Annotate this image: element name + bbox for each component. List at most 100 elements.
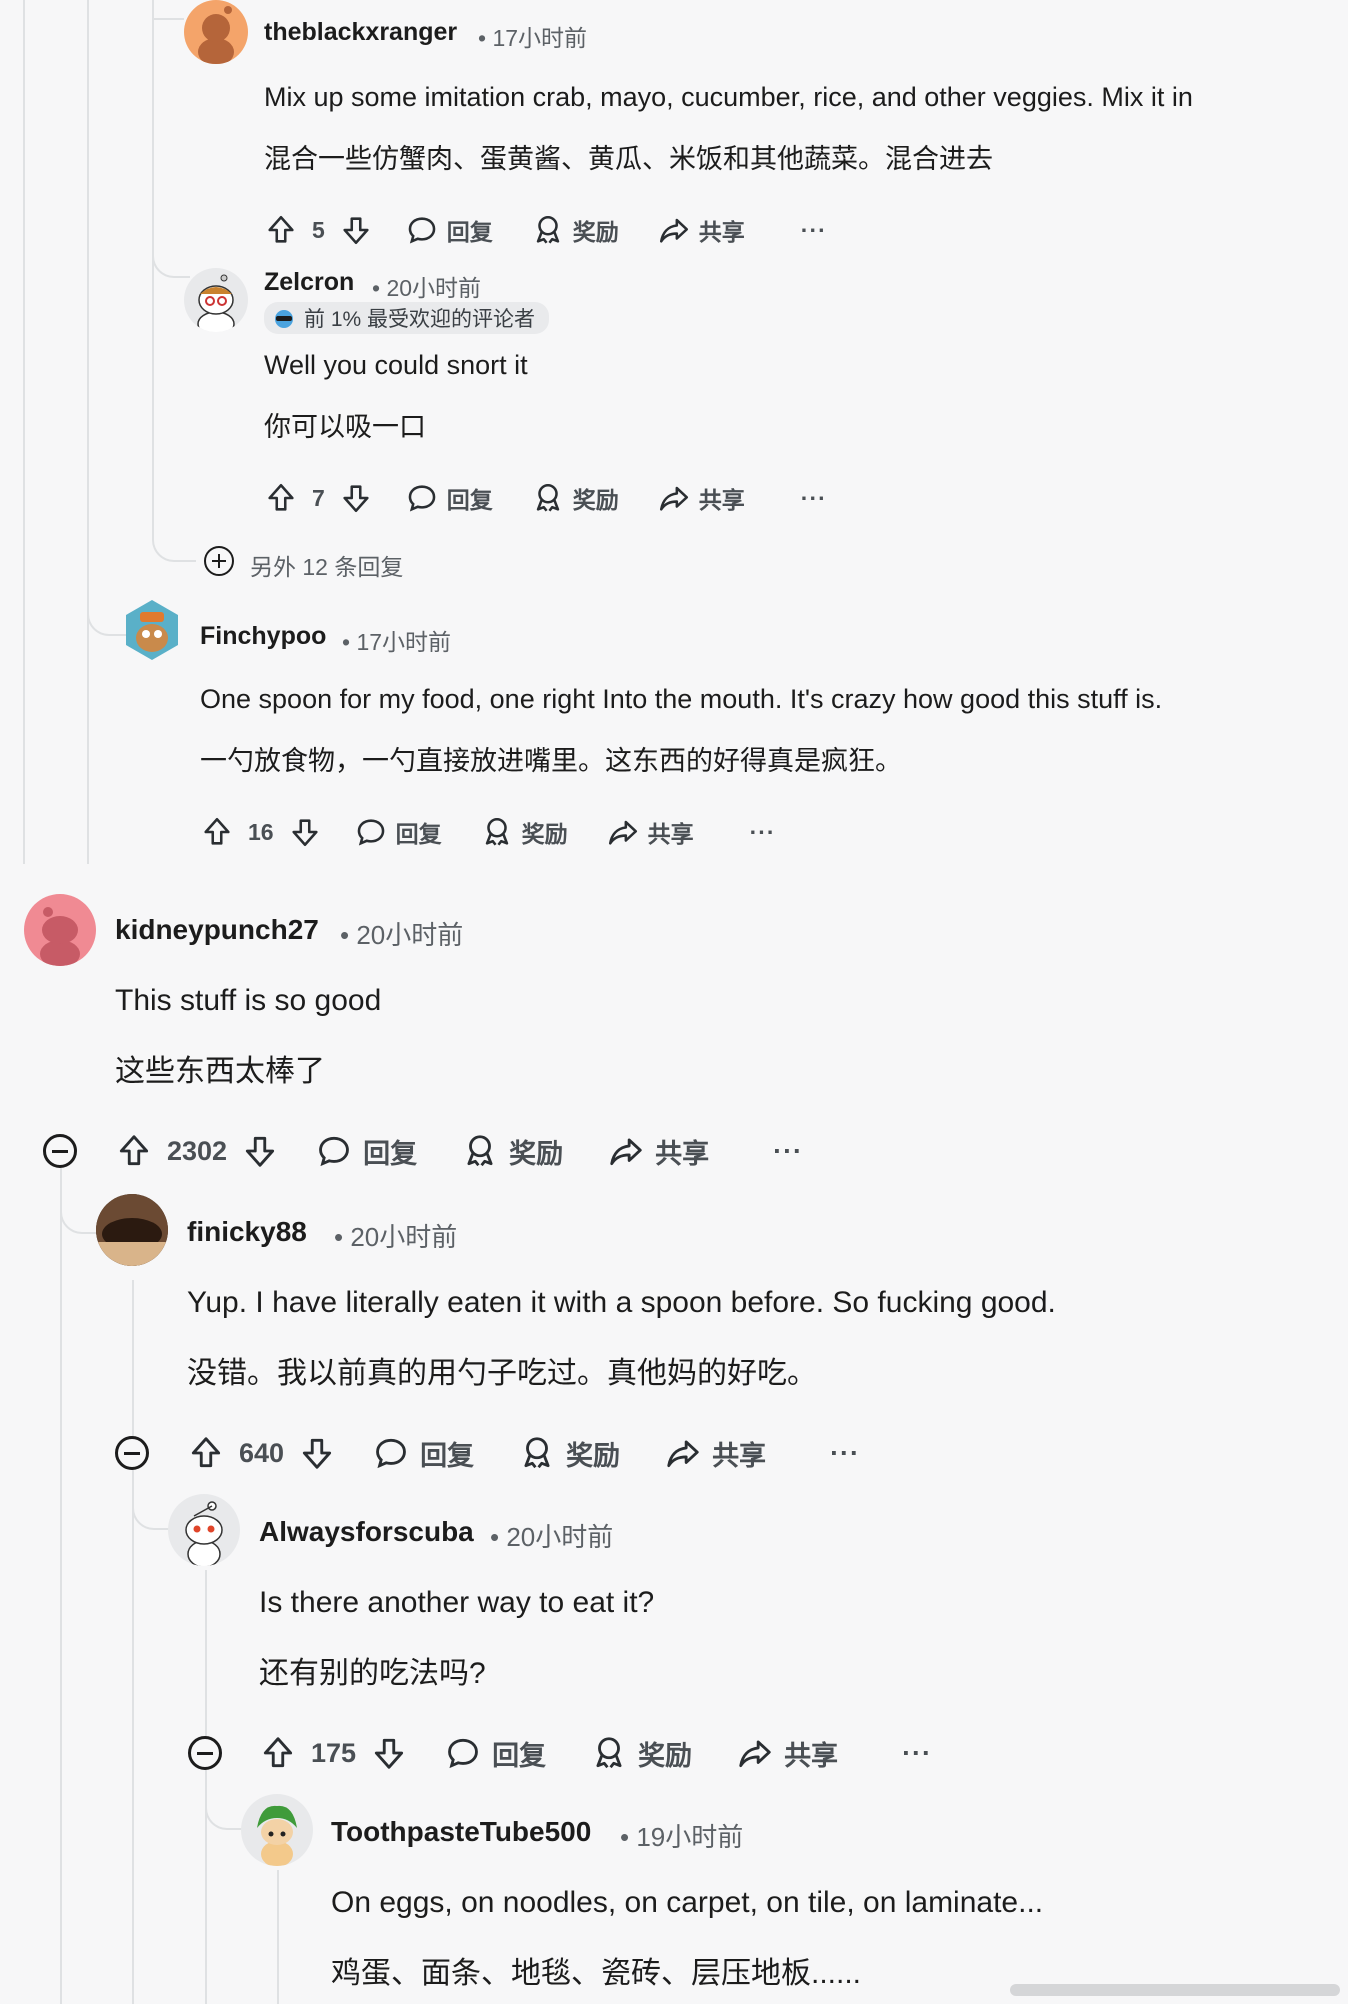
horizontal-scrollbar[interactable] xyxy=(1010,1984,1340,1996)
share-button[interactable]: 共享 xyxy=(657,213,745,247)
reply-button[interactable]: 回复 xyxy=(405,213,493,247)
comment-author[interactable]: kidneypunch27 xyxy=(115,914,319,946)
award-button[interactable]: 奖励 xyxy=(531,481,619,515)
more-replies-link[interactable]: 另外 12 条回复 xyxy=(250,548,403,582)
thread-line xyxy=(277,1870,279,2004)
snoo-avatar-icon xyxy=(40,907,80,966)
upvote-icon[interactable] xyxy=(187,1434,225,1472)
reply-button[interactable]: 回复 xyxy=(315,1132,417,1171)
snoo-avatar-icon xyxy=(257,1805,297,1866)
comment-text-en: Yup. I have literally eaten it with a sp… xyxy=(187,1286,1056,1319)
comment-text-en: Mix up some imitation crab, mayo, cucumb… xyxy=(264,82,1193,112)
thread-connector xyxy=(152,530,196,562)
thread-line xyxy=(23,0,25,864)
downvote-icon[interactable] xyxy=(339,213,373,247)
comment-text-zh: 这些东西太棒了 xyxy=(115,1055,325,1088)
upvote-icon[interactable] xyxy=(115,1132,153,1170)
comment-bubble-icon xyxy=(408,217,436,244)
upvote-icon[interactable] xyxy=(259,1734,297,1772)
downvote-icon[interactable] xyxy=(370,1734,408,1772)
vote-count: 16 xyxy=(248,818,274,845)
comment-text-zh: 没错。我以前真的用勺子吃过。真他妈的好吃。 xyxy=(187,1357,817,1390)
downvote-icon[interactable] xyxy=(288,815,322,849)
comment-bubble-icon xyxy=(319,1136,349,1167)
snoo-avatar-icon xyxy=(198,6,234,64)
top-commenter-badge: 前 1% 最受欢迎的评论者 xyxy=(264,302,550,334)
thread-connector xyxy=(205,1790,245,1830)
comment-author[interactable]: theblackxranger xyxy=(264,18,457,47)
comment-text-en: One spoon for my food, one right Into th… xyxy=(200,684,1163,714)
award-button[interactable]: 奖励 xyxy=(461,1132,563,1171)
share-button[interactable]: 共享 xyxy=(736,1734,838,1773)
share-button[interactable]: 共享 xyxy=(607,1132,709,1171)
comment-bubble-icon xyxy=(448,1738,478,1769)
comment-author[interactable]: ToothpasteTube500 xyxy=(331,1816,591,1848)
award-button[interactable]: 奖励 xyxy=(590,1734,692,1773)
comment-actions: 2302 回复 奖励 共享 ··· xyxy=(115,1128,803,1174)
vote-count: 640 xyxy=(239,1437,285,1468)
comment-text-zh: 还有别的吃法吗? xyxy=(259,1657,486,1690)
award-icon xyxy=(524,1437,550,1469)
comment-text-en: On eggs, on noodles, on carpet, on tile,… xyxy=(331,1886,1044,1919)
comment-author[interactable]: finicky88 xyxy=(187,1216,307,1248)
avatar[interactable] xyxy=(241,1794,313,1866)
comment-author[interactable]: Alwaysforscuba xyxy=(259,1516,474,1548)
comment-actions: 175 回复 奖励 共享 ··· xyxy=(259,1730,932,1776)
comment-actions: 16 回复 奖励 共享 ··· xyxy=(200,812,776,852)
share-button[interactable]: 共享 xyxy=(606,815,694,849)
downvote-icon[interactable] xyxy=(298,1434,336,1472)
avatar[interactable] xyxy=(168,1494,240,1566)
more-options-button[interactable]: ··· xyxy=(902,1738,932,1769)
share-button[interactable]: 共享 xyxy=(664,1434,766,1473)
award-button[interactable]: 奖励 xyxy=(531,213,619,247)
more-options-button[interactable]: ··· xyxy=(773,1136,803,1167)
thread-line xyxy=(132,1280,134,2004)
reply-button[interactable]: 回复 xyxy=(444,1734,546,1773)
upvote-icon[interactable] xyxy=(264,481,298,515)
comment-text-en: This stuff is so good xyxy=(115,984,382,1017)
snoo-avatar-icon xyxy=(185,1501,223,1566)
award-button[interactable]: 奖励 xyxy=(480,815,568,849)
reply-button[interactable]: 回复 xyxy=(354,815,442,849)
thread-line xyxy=(87,0,89,864)
award-icon xyxy=(596,1737,622,1769)
comment-time: • 20小时前 xyxy=(372,275,482,301)
avatar[interactable] xyxy=(184,268,248,332)
collapse-thread-icon[interactable] xyxy=(188,1736,222,1770)
share-icon xyxy=(610,1138,642,1166)
award-button[interactable]: 奖励 xyxy=(518,1434,620,1473)
comment-author[interactable]: Zelcron xyxy=(264,268,354,297)
expand-replies-icon[interactable] xyxy=(204,546,234,576)
avatar[interactable] xyxy=(24,894,96,966)
share-icon xyxy=(667,1440,699,1468)
share-icon xyxy=(608,820,637,845)
award-icon xyxy=(536,215,559,244)
share-button[interactable]: 共享 xyxy=(657,481,745,515)
comment-time: • 20小时前 xyxy=(334,1222,458,1252)
more-options-button[interactable]: ··· xyxy=(750,819,776,846)
comment-time: • 20小时前 xyxy=(490,1522,614,1552)
award-icon xyxy=(536,483,559,512)
avatar[interactable] xyxy=(184,0,248,64)
comment-author[interactable]: Finchypoo xyxy=(200,622,326,651)
avatar[interactable] xyxy=(96,1194,168,1266)
award-icon xyxy=(485,817,508,846)
downvote-icon[interactable] xyxy=(241,1132,279,1170)
collapse-thread-icon[interactable] xyxy=(43,1134,77,1168)
reply-button[interactable]: 回复 xyxy=(372,1434,474,1473)
more-options-button[interactable]: ··· xyxy=(830,1438,860,1469)
glasses-badge-icon xyxy=(275,310,293,328)
reply-button[interactable]: 回复 xyxy=(405,481,493,515)
thread-line xyxy=(60,1168,62,2004)
comment-text-en: Is there another way to eat it? xyxy=(259,1586,655,1619)
upvote-icon[interactable] xyxy=(200,815,234,849)
comment-time: • 20小时前 xyxy=(340,920,464,950)
collapse-thread-icon[interactable] xyxy=(115,1436,149,1470)
upvote-icon[interactable] xyxy=(264,213,298,247)
vote-count: 2302 xyxy=(167,1135,228,1166)
more-options-button[interactable]: ··· xyxy=(801,217,827,244)
comment-bubble-icon xyxy=(376,1438,406,1469)
more-options-button[interactable]: ··· xyxy=(801,485,827,512)
downvote-icon[interactable] xyxy=(339,481,373,515)
avatar[interactable] xyxy=(120,598,184,662)
